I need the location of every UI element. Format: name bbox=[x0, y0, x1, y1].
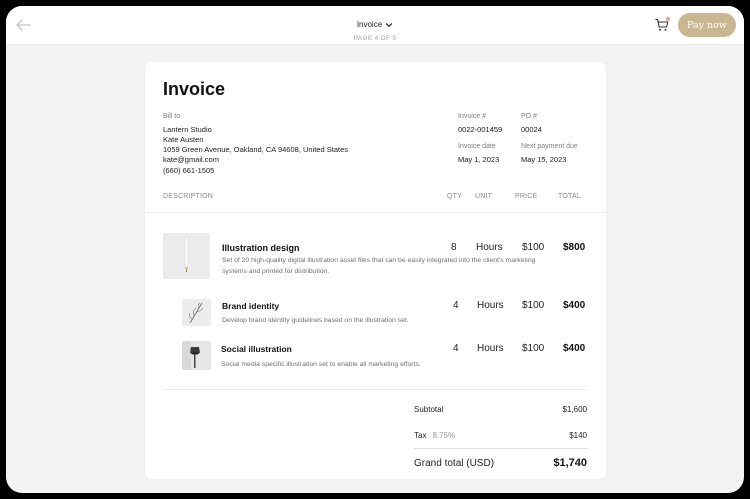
summary-divider bbox=[414, 448, 588, 449]
item-description: Set of 20 high-quality digital illustrat… bbox=[222, 257, 536, 275]
next-payment-due: May 15, 2023 bbox=[521, 155, 567, 164]
invoice-date: May 1, 2023 bbox=[458, 155, 500, 164]
top-bar: Invoice PAGE 4 OF 5 Pay now bbox=[6, 6, 744, 45]
bill-to-company: Lantern Studio bbox=[163, 125, 212, 134]
subtotal-label: Subtotal bbox=[414, 405, 444, 414]
bill-to-email: kate@gmail.com bbox=[163, 155, 219, 164]
pay-now-button[interactable]: Pay now bbox=[678, 13, 736, 37]
column-header-price: PRICE bbox=[515, 193, 538, 200]
cart-notification-dot bbox=[666, 17, 670, 21]
item-qty: 4 bbox=[453, 343, 459, 354]
invoice-number-label: Invoice # bbox=[458, 113, 487, 120]
item-price: $100 bbox=[522, 300, 545, 311]
item-total: $400 bbox=[563, 343, 586, 354]
document-title: Invoice bbox=[356, 20, 383, 29]
column-header-total: TOTAL bbox=[558, 193, 581, 200]
po-number: 00024 bbox=[521, 125, 542, 134]
grand-total-value: $1,740 bbox=[553, 457, 587, 469]
tax-value: $140 bbox=[569, 431, 587, 440]
item-unit: Hours bbox=[477, 300, 504, 311]
chevron-down-icon bbox=[386, 22, 393, 27]
po-number-label: PO # bbox=[521, 113, 537, 120]
item-qty: 8 bbox=[451, 242, 457, 253]
invoice-card: Invoice Bill to Lantern Studio Kate Aust… bbox=[145, 62, 606, 479]
invoice-date-label: Invoice date bbox=[458, 143, 496, 150]
invoice-heading: Invoice bbox=[163, 79, 226, 99]
item-total: $400 bbox=[563, 300, 586, 311]
item-name: Brand identity bbox=[222, 301, 280, 311]
invoice-number: 0022-001459 bbox=[458, 125, 503, 134]
app-frame: Invoice PAGE 4 OF 5 Pay now Invoice Bill… bbox=[6, 6, 744, 493]
bill-to-phone: (660) 661-1505 bbox=[163, 166, 215, 175]
item-price: $100 bbox=[522, 242, 545, 253]
item-unit: Hours bbox=[477, 343, 504, 354]
header-divider bbox=[145, 212, 606, 213]
item-description: Develop brand identity guidelines based … bbox=[222, 317, 409, 324]
column-header-unit: UNIT bbox=[475, 193, 493, 200]
bill-to-label: Bill to bbox=[163, 113, 181, 120]
item-qty: 4 bbox=[453, 300, 459, 311]
grand-total-label: Grand total (USD) bbox=[414, 458, 495, 469]
item-name: Illustration design bbox=[222, 243, 300, 253]
lamp-icon bbox=[182, 341, 211, 370]
column-header-description: DESCRIPTION bbox=[163, 193, 214, 200]
leaf-icon bbox=[182, 299, 211, 326]
document-title-dropdown[interactable]: Invoice bbox=[357, 20, 393, 29]
item-unit: Hours bbox=[476, 242, 503, 253]
tax-label: Tax bbox=[414, 431, 427, 440]
pencil-icon bbox=[163, 233, 210, 279]
item-price: $100 bbox=[522, 343, 545, 354]
tax-rate: 8.75% bbox=[432, 431, 456, 440]
document-title-area: Invoice PAGE 4 OF 5 bbox=[6, 14, 744, 42]
next-payment-due-label: Next payment due bbox=[521, 143, 578, 150]
item-description: Social media specific illustration set t… bbox=[221, 361, 421, 368]
cart-icon[interactable] bbox=[654, 17, 670, 33]
tax-row: Tax 8.75% bbox=[414, 431, 455, 440]
item-name: Social illustration bbox=[221, 344, 292, 354]
items-divider bbox=[163, 389, 588, 390]
page-indicator: PAGE 4 OF 5 bbox=[353, 35, 397, 42]
subtotal-value: $1,600 bbox=[562, 405, 587, 414]
bill-to-address: 1059 Green Avenue, Oakland, CA 94608, Un… bbox=[163, 145, 348, 154]
column-header-qty: QTY bbox=[447, 193, 462, 200]
item-total: $800 bbox=[563, 242, 586, 253]
bill-to-name: Kate Austen bbox=[163, 135, 204, 144]
